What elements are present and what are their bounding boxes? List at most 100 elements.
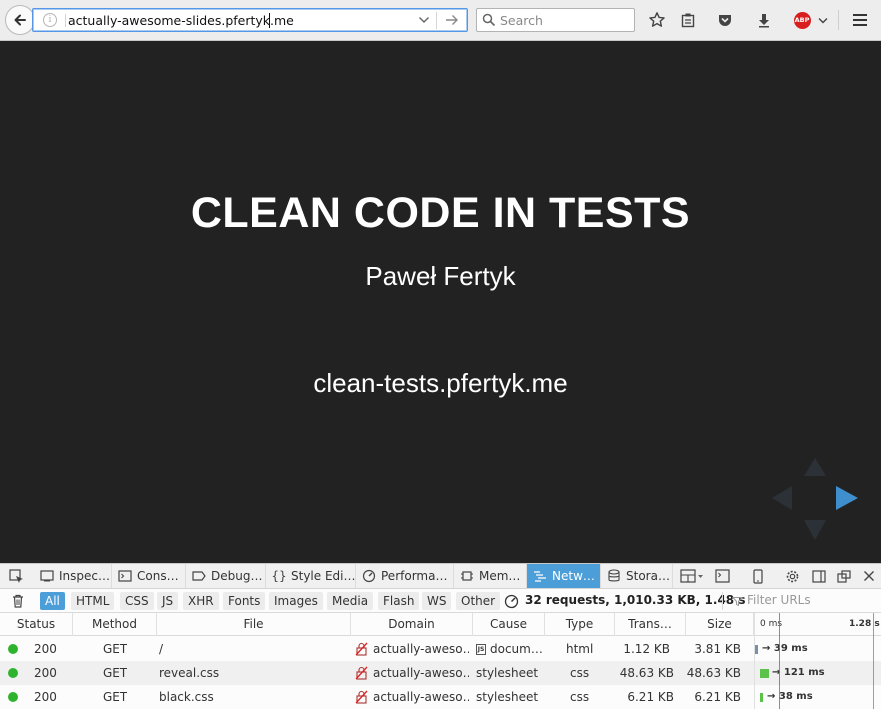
row-cause: stylesheet: [476, 690, 539, 704]
tab-inspector[interactable]: Inspec…: [34, 564, 112, 588]
filter-js[interactable]: JS: [157, 592, 179, 610]
reading-list-button[interactable]: [677, 9, 699, 31]
nav-right-icon[interactable]: [836, 486, 858, 510]
adblock-button[interactable]: ABP: [791, 9, 813, 31]
column-transferred[interactable]: Trans…: [615, 613, 686, 636]
layout-dropdown-icon: [680, 569, 703, 583]
bookmark-button[interactable]: [646, 9, 668, 31]
filter-html[interactable]: HTML: [71, 592, 115, 610]
go-button[interactable]: [443, 12, 461, 28]
table-row[interactable]: 200 GET / actually-aweso… JS docum… html…: [0, 637, 881, 661]
debugger-icon: [192, 569, 206, 583]
download-icon: [759, 14, 769, 28]
filter-css[interactable]: CSS: [120, 592, 154, 610]
menu-button[interactable]: [849, 9, 871, 31]
row-transferred: 1.12 KB: [623, 642, 670, 656]
slide-title: CLEAN CODE IN TESTS: [190, 189, 691, 237]
insecure-lock-icon: [355, 666, 368, 680]
waterfall-bar: [760, 669, 769, 678]
filter-media[interactable]: Media: [327, 592, 374, 610]
nav-left-icon[interactable]: [772, 486, 792, 510]
column-file[interactable]: File: [157, 613, 351, 636]
undock-button[interactable]: [836, 568, 852, 584]
waterfall-tick-end: 1.28 s: [849, 619, 880, 629]
filter-ws[interactable]: WS: [422, 592, 452, 610]
row-domain: actually-aweso…: [373, 690, 469, 704]
mobile-device-icon: [753, 568, 763, 584]
responsive-mode-button[interactable]: [750, 568, 766, 584]
url-history-dropdown[interactable]: [416, 12, 432, 28]
tab-console[interactable]: Cons…: [112, 564, 186, 588]
more-tools-button[interactable]: [680, 568, 704, 584]
split-console-button[interactable]: [714, 568, 730, 584]
tab-performance[interactable]: Performa…: [356, 564, 454, 588]
status-ok-icon: [8, 692, 18, 702]
url-bar[interactable]: i actually-awesome-slides.pfertyk.me: [32, 8, 468, 32]
nav-down-icon[interactable]: [804, 520, 826, 540]
row-time-label: → 39 ms: [762, 643, 808, 654]
load-event-marker: [873, 613, 874, 709]
row-status: 200: [34, 642, 57, 656]
back-arrow-icon: [14, 14, 26, 26]
table-row[interactable]: 200 GET black.css actually-aweso… styles…: [0, 685, 881, 709]
close-icon: [864, 571, 874, 581]
settings-button[interactable]: [784, 568, 800, 584]
request-summary: 32 requests, 1,010.33 KB, 1.48 s: [525, 593, 746, 607]
performance-analysis-icon[interactable]: [504, 594, 519, 609]
filter-flash[interactable]: Flash: [378, 592, 420, 610]
column-method[interactable]: Method: [73, 613, 157, 636]
tab-memory[interactable]: Mem…: [454, 564, 527, 588]
tab-storage[interactable]: Stora…: [601, 564, 673, 588]
filter-other[interactable]: Other: [456, 592, 501, 610]
row-method: GET: [103, 666, 128, 680]
column-status[interactable]: Status: [0, 613, 73, 636]
filter-fonts[interactable]: Fonts: [223, 592, 266, 610]
devtools-tab-bar: Inspec… Cons… Debug… {} Style Edi… Perfo…: [0, 564, 881, 589]
back-button[interactable]: [5, 5, 35, 35]
column-type[interactable]: Type: [545, 613, 615, 636]
url-text[interactable]: actually-awesome-slides.pfertyk.me: [68, 13, 294, 28]
element-picker-button[interactable]: [8, 568, 24, 584]
tab-style-editor[interactable]: {} Style Edi…: [266, 564, 356, 588]
downloads-button[interactable]: [753, 9, 775, 31]
waterfall-bar: [760, 693, 763, 702]
table-row[interactable]: 200 GET reveal.css actually-aweso… style…: [0, 661, 881, 685]
tab-label: Performa…: [381, 569, 448, 583]
close-devtools-button[interactable]: [861, 568, 877, 584]
network-filter-bar: All HTML CSS JS XHR Fonts Images Media F…: [0, 589, 881, 613]
search-placeholder: Search: [500, 13, 543, 28]
dock-side-button[interactable]: [811, 568, 827, 584]
adblock-menu-button[interactable]: [816, 9, 830, 31]
url-separator: [65, 14, 66, 27]
filter-xhr[interactable]: XHR: [183, 592, 219, 610]
column-size[interactable]: Size: [686, 613, 754, 636]
row-size: 48.63 KB: [686, 666, 741, 680]
js-badge-icon: JS: [476, 644, 486, 655]
filter-all[interactable]: All: [40, 592, 65, 610]
tab-label: Debug…: [211, 569, 263, 583]
search-bar[interactable]: Search: [476, 8, 635, 32]
tab-debugger[interactable]: Debug…: [186, 564, 266, 588]
column-cause[interactable]: Cause: [473, 613, 545, 636]
arrow-right-icon: [446, 15, 458, 25]
filter-urls-input[interactable]: Filter URLs: [722, 592, 881, 610]
column-domain[interactable]: Domain: [351, 613, 473, 636]
row-time-label: → 38 ms: [767, 691, 813, 702]
chevron-down-icon: [818, 17, 828, 23]
hamburger-menu-icon: [853, 14, 867, 26]
row-status: 200: [34, 666, 57, 680]
console-icon: [118, 569, 132, 583]
tab-network[interactable]: Netw…: [527, 564, 601, 588]
storage-icon: [607, 569, 621, 583]
tab-label: Inspec…: [59, 569, 110, 583]
row-transferred: 6.21 KB: [627, 690, 674, 704]
site-info-icon[interactable]: i: [43, 13, 57, 27]
pocket-button[interactable]: [714, 9, 736, 31]
toolbar-separator: [838, 10, 839, 30]
filter-images[interactable]: Images: [269, 592, 323, 610]
row-transferred: 48.63 KB: [619, 666, 674, 680]
row-cause: stylesheet: [476, 666, 539, 680]
nav-up-icon[interactable]: [804, 458, 826, 476]
row-domain: actually-aweso…: [373, 642, 469, 656]
clear-button[interactable]: [10, 593, 26, 609]
